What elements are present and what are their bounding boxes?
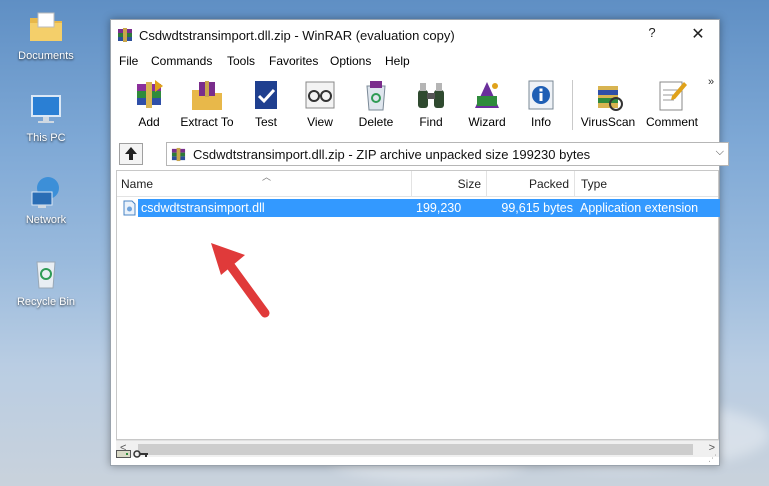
archive-path-combobox[interactable]: Csdwdtstransimport.dll.zip - ZIP archive… — [166, 142, 729, 166]
winrar-app-icon — [117, 27, 133, 43]
desktop-icon-label: This PC — [26, 132, 66, 144]
zip-archive-icon — [171, 147, 186, 162]
window-title: Csdwdtstransimport.dll.zip - WinRAR (eva… — [139, 28, 455, 43]
menu-commands[interactable]: Commands — [151, 54, 212, 68]
virusscan-icon — [590, 78, 626, 114]
file-name-cell: csdwdtstransimport.dll — [141, 201, 265, 215]
menu-options[interactable]: Options — [330, 54, 371, 68]
info-icon — [523, 78, 559, 114]
comment-note-icon — [654, 78, 690, 114]
annotation-arrow-icon — [211, 243, 270, 318]
desktop-icon-label: Network — [25, 214, 67, 226]
drive-icon[interactable] — [116, 448, 131, 458]
test-check-icon — [248, 78, 284, 114]
desktop-icon-network[interactable]: Network — [0, 174, 92, 226]
extract-to-button[interactable]: Extract To — [179, 76, 235, 132]
dll-file-icon — [123, 200, 136, 216]
resize-grip-icon[interactable]: ⋰ — [708, 453, 717, 464]
close-button[interactable]: ✕ — [683, 24, 713, 46]
winrar-window: Csdwdtstransimport.dll.zip - WinRAR (eva… — [110, 19, 729, 466]
delete-bin-icon — [358, 78, 394, 114]
desktop-icon-recycle-bin[interactable]: Recycle Bin — [0, 256, 92, 308]
virusscan-button[interactable]: VirusScan — [579, 76, 637, 132]
view-label: View — [307, 115, 333, 129]
test-label: Test — [254, 115, 277, 129]
wizard-icon — [469, 78, 505, 114]
desktop-icon-label: Recycle Bin — [16, 296, 76, 308]
comment-label: Comment — [645, 115, 698, 129]
address-bar: Csdwdtstransimport.dll.zip - ZIP archive… — [119, 142, 729, 166]
add-button[interactable]: Add — [125, 76, 173, 132]
view-button[interactable]: View — [298, 76, 342, 132]
title-bar[interactable]: Csdwdtstransimport.dll.zip - WinRAR (eva… — [111, 20, 719, 50]
computer-monitor-icon — [26, 92, 66, 128]
desktop-icon-label: Documents — [18, 50, 74, 62]
help-button[interactable]: ? — [637, 25, 667, 45]
desktop-icon-this-pc[interactable]: This PC — [0, 92, 92, 144]
menu-tools[interactable]: Tools — [227, 54, 255, 68]
desktop-icon-documents[interactable]: Documents — [0, 10, 92, 62]
column-header-type[interactable]: Type — [575, 171, 720, 197]
delete-button[interactable]: Delete — [354, 76, 398, 132]
extract-to-label: Extract To — [180, 115, 234, 129]
virusscan-label: VirusScan — [580, 115, 636, 129]
recycle-bin-icon — [26, 256, 66, 292]
find-button[interactable]: Find — [409, 76, 453, 132]
column-header-size[interactable]: Size — [412, 171, 487, 197]
menu-bar: File Commands Tools Favorites Options He… — [111, 54, 719, 72]
menu-help[interactable]: Help — [385, 54, 410, 68]
chevron-down-icon[interactable]: ⌵ — [716, 146, 724, 159]
up-folder-button[interactable] — [119, 143, 143, 165]
menu-favorites[interactable]: Favorites — [269, 54, 318, 68]
network-globe-icon — [26, 174, 66, 210]
key-icon[interactable] — [133, 448, 149, 458]
find-binoculars-icon — [413, 78, 449, 114]
find-label: Find — [419, 115, 443, 129]
comment-button[interactable]: Comment — [643, 76, 701, 132]
toolbar-overflow-chevron[interactable]: » — [708, 76, 714, 88]
file-list: ︿ Name Size Packed Type csdwdtstransimpo… — [116, 170, 720, 440]
menu-file[interactable]: File — [119, 54, 138, 68]
add-label: Add — [138, 115, 160, 129]
file-packed-cell: 99,615 bytes — [501, 201, 573, 215]
toolbar-separator — [572, 80, 573, 130]
archive-add-icon — [131, 78, 167, 114]
wizard-label: Wizard — [468, 115, 506, 129]
toolbar: Add Extract To Test View Delete Find Wiz… — [111, 76, 719, 134]
folder-documents-icon — [26, 10, 66, 46]
up-arrow-icon — [125, 147, 137, 160]
delete-label: Delete — [358, 115, 394, 129]
status-bar: ⋰ — [111, 444, 719, 466]
test-button[interactable]: Test — [244, 76, 288, 132]
archive-path-text: Csdwdtstransimport.dll.zip - ZIP archive… — [193, 147, 591, 162]
file-type-cell: Application extension — [580, 201, 699, 215]
list-header: ︿ Name Size Packed Type — [117, 171, 718, 197]
extract-folder-icon — [189, 78, 225, 114]
wizard-button[interactable]: Wizard — [463, 76, 511, 132]
column-header-packed[interactable]: Packed — [487, 171, 575, 197]
table-row[interactable]: csdwdtstransimport.dll 199,230 99,615 by… — [117, 199, 720, 217]
file-size-cell: 199,230 — [416, 201, 462, 215]
info-label: Info — [530, 115, 551, 129]
column-header-name[interactable]: Name — [117, 171, 412, 197]
view-glasses-icon — [302, 78, 338, 114]
info-button[interactable]: Info — [521, 76, 561, 132]
